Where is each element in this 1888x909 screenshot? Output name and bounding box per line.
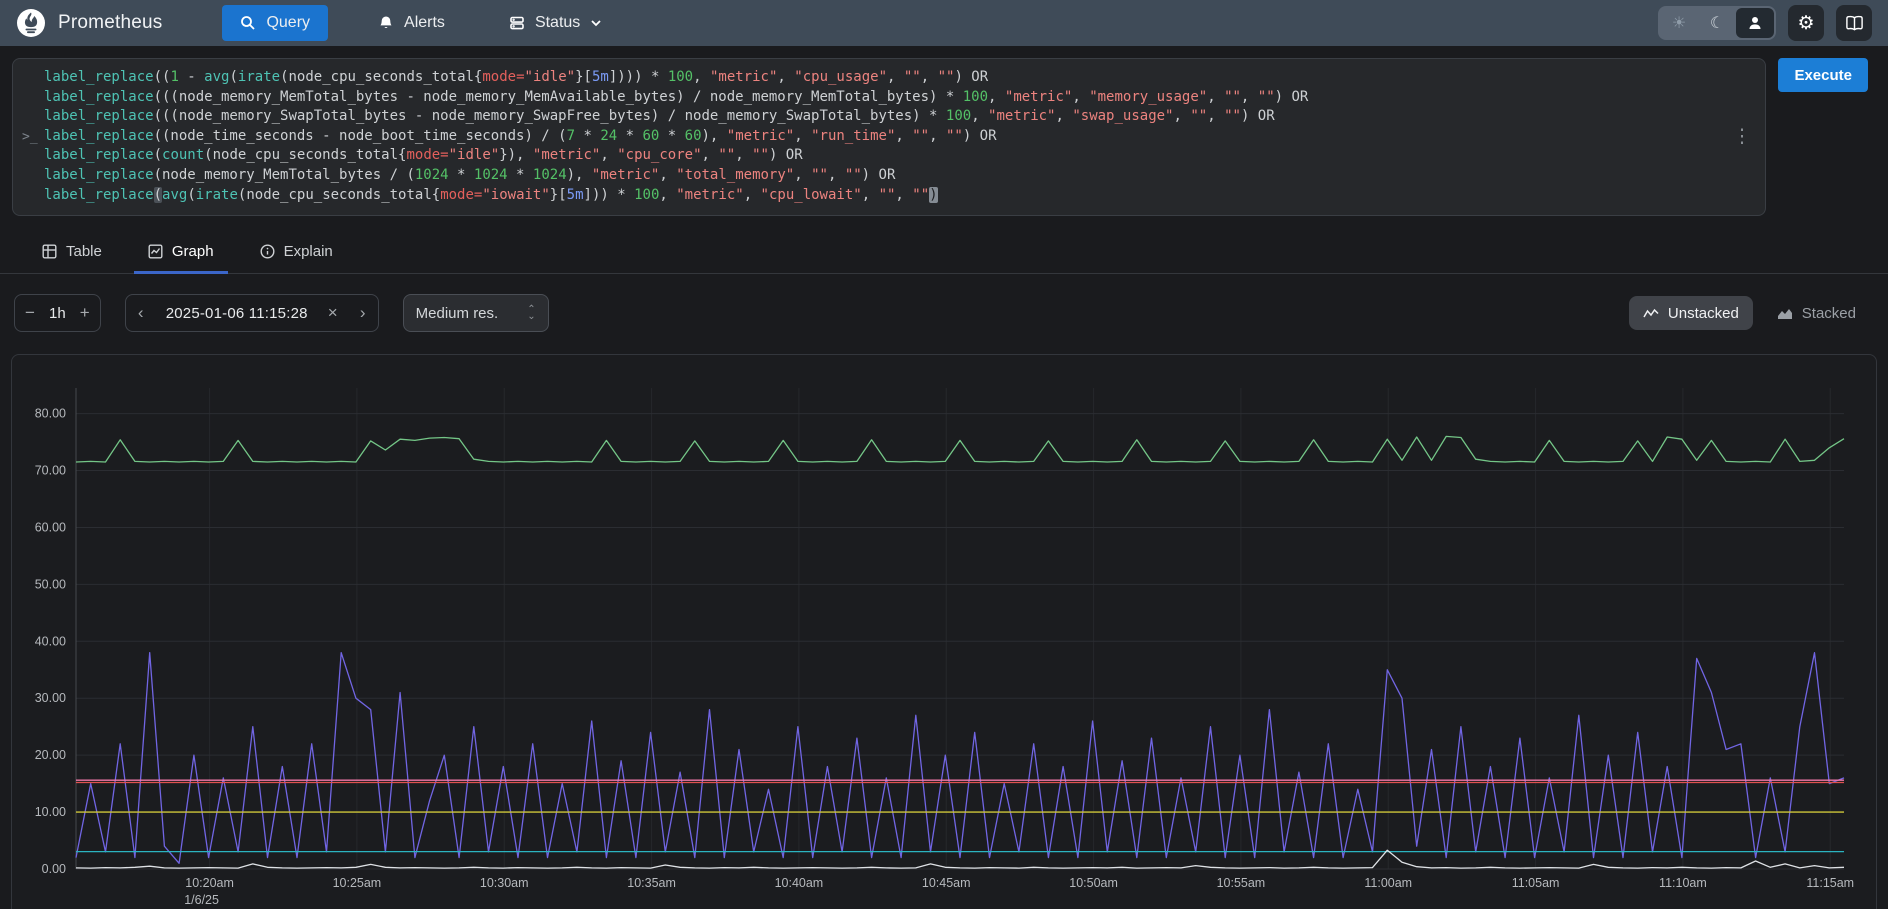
- theme-toggle: ☀ ☾: [1658, 6, 1776, 40]
- y-tick-label: 60.00: [35, 521, 66, 535]
- documentation-button[interactable]: [1836, 5, 1872, 41]
- range-selector: − 1h +: [14, 294, 101, 332]
- query-expression-line: label_replace(((node_memory_MemTotal_byt…: [44, 88, 1725, 108]
- time-forward-chevron[interactable]: ›: [348, 303, 378, 323]
- info-icon: [260, 244, 275, 259]
- tab-explain[interactable]: Explain: [246, 232, 347, 274]
- editor-menu-kebab-icon[interactable]: ⋮: [1732, 126, 1751, 149]
- tab-label: Explain: [284, 243, 333, 260]
- x-tick-label: 10:50am: [1069, 876, 1118, 890]
- chevron-down-icon: [590, 17, 602, 29]
- x-tick-label: 10:55am: [1217, 876, 1266, 890]
- y-tick-label: 10.00: [35, 805, 66, 819]
- gear-icon: ⚙: [1797, 14, 1814, 33]
- top-navbar: Prometheus Query Alerts Status ☀: [0, 0, 1888, 46]
- user-theme-person-icon[interactable]: [1736, 8, 1774, 38]
- query-expression-line: label_replace(avg(irate(node_cpu_seconds…: [44, 186, 1725, 206]
- tab-label: Table: [66, 243, 102, 260]
- x-tick-label: 11:00am: [1364, 876, 1412, 890]
- query-expression-line: label_replace(count(node_cpu_seconds_tot…: [44, 146, 1725, 166]
- clear-time-icon[interactable]: ×: [318, 303, 348, 323]
- query-editor-row: >_ label_replace((1 - avg(irate(node_cpu…: [12, 58, 1868, 216]
- search-icon: [240, 15, 256, 31]
- query-expression-line: label_replace((node_time_seconds - node_…: [44, 127, 1725, 147]
- table-icon: [42, 244, 57, 259]
- brand: Prometheus: [16, 8, 162, 38]
- graph-panel[interactable]: 0.00 10.00 20.00 30.00 40.00 50.00 60.00 70.00 8…: [11, 354, 1877, 909]
- database-icon: [509, 15, 525, 31]
- y-tick-label: 80.00: [35, 407, 66, 421]
- area-chart-icon: [1777, 307, 1793, 320]
- query-expression-line: label_replace(node_memory_MemTotal_bytes…: [44, 166, 1725, 186]
- book-icon: [1845, 15, 1864, 31]
- resolution-value: Medium res.: [416, 305, 499, 322]
- query-expression-input[interactable]: >_ label_replace((1 - avg(irate(node_cpu…: [12, 58, 1766, 216]
- x-tick-label: 10:40am: [775, 876, 824, 890]
- datetime-value[interactable]: 2025-01-06 11:15:28: [156, 305, 318, 322]
- bell-icon: [378, 15, 394, 31]
- line-chart-icon: [1643, 307, 1659, 320]
- nav-item-label: Alerts: [404, 14, 445, 32]
- x-tick-label: 11:15am: [1806, 876, 1854, 890]
- result-tabs: Table Graph Explain: [0, 232, 1888, 274]
- settings-button[interactable]: ⚙: [1788, 5, 1824, 41]
- unstacked-button[interactable]: Unstacked: [1629, 296, 1753, 330]
- prompt-icon: >_: [22, 130, 38, 145]
- time-back-chevron[interactable]: ‹: [126, 303, 156, 323]
- y-tick-label: 40.00: [35, 634, 66, 648]
- query-expression-line: label_replace(((node_memory_SwapTotal_by…: [44, 107, 1725, 127]
- graph-toolbar: − 1h + ‹ 2025-01-06 11:15:28 × › Medium …: [14, 294, 1870, 332]
- x-tick-label: 11:05am: [1512, 876, 1560, 890]
- timeseries-chart[interactable]: 0.00 10.00 20.00 30.00 40.00 50.00 60.00 70.00 8…: [12, 355, 1876, 909]
- range-value[interactable]: 1h: [45, 305, 70, 322]
- nav-item-status[interactable]: Status: [495, 5, 616, 41]
- nav-item-label: Status: [535, 14, 580, 32]
- tab-table[interactable]: Table: [28, 232, 116, 274]
- x-tick-label: 10:20am: [185, 876, 234, 890]
- light-theme-sun-icon[interactable]: ☀: [1660, 8, 1698, 38]
- series-cpu_usage: [76, 653, 1844, 864]
- app-title: Prometheus: [58, 12, 162, 34]
- x-tick-label: 10:35am: [627, 876, 676, 890]
- nav-item-query[interactable]: Query: [222, 5, 328, 41]
- y-tick-label: 70.00: [35, 464, 66, 478]
- nav-item-label: Query: [266, 14, 310, 32]
- y-tick-label: 20.00: [35, 748, 66, 762]
- y-tick-label: 50.00: [35, 578, 66, 592]
- navbar-actions: ☀ ☾ ⚙: [1658, 5, 1872, 41]
- query-expression-line: label_replace((1 - avg(irate(node_cpu_se…: [44, 68, 1725, 88]
- range-decrease-button[interactable]: −: [15, 303, 45, 323]
- series-memory_usage: [76, 437, 1844, 463]
- prometheus-logo-icon: [16, 8, 46, 38]
- y-tick-label: 0.00: [42, 862, 66, 876]
- query-expression: label_replace((1 - avg(irate(node_cpu_se…: [44, 68, 1725, 205]
- dark-theme-moon-icon[interactable]: ☾: [1698, 8, 1736, 38]
- x-tick-label: 10:45am: [922, 876, 971, 890]
- stacked-button[interactable]: Stacked: [1763, 296, 1870, 330]
- nav-item-alerts[interactable]: Alerts: [364, 5, 459, 41]
- resolution-select[interactable]: Medium res. ⌃⌄: [403, 294, 549, 332]
- select-chevrons-icon: ⌃⌄: [527, 306, 535, 320]
- x-tick-label: 10:25am: [333, 876, 382, 890]
- stacked-label: Stacked: [1802, 305, 1856, 322]
- range-increase-button[interactable]: +: [70, 303, 100, 323]
- tab-label: Graph: [172, 243, 214, 260]
- graph-icon: [148, 244, 163, 259]
- x-tick-label: 11:10am: [1659, 876, 1707, 890]
- x-tick-label: 10:30am: [480, 876, 529, 890]
- tab-graph[interactable]: Graph: [134, 232, 228, 274]
- x-axis-date-label: 1/6/25: [184, 893, 219, 907]
- execute-button[interactable]: Execute: [1778, 58, 1868, 92]
- unstacked-label: Unstacked: [1668, 305, 1739, 322]
- main-nav: Query Alerts Status: [222, 5, 616, 41]
- y-tick-label: 30.00: [35, 691, 66, 705]
- datetime-picker: ‹ 2025-01-06 11:15:28 × ›: [125, 294, 379, 332]
- stacking-toggle: Unstacked Stacked: [1629, 296, 1870, 330]
